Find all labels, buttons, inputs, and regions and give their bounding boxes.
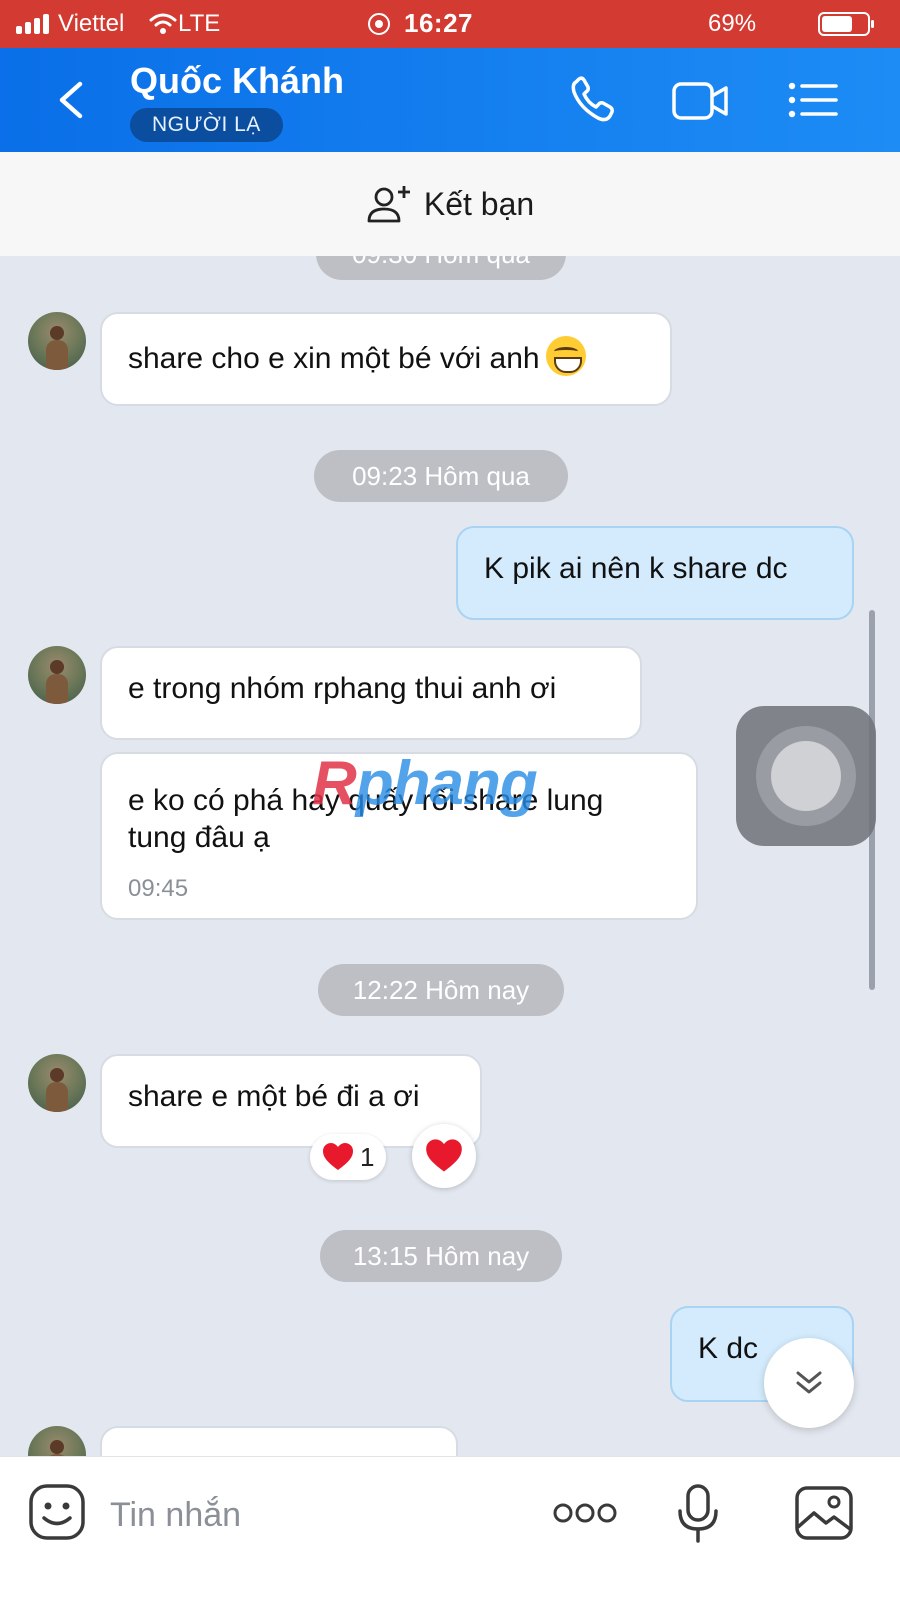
phone-icon[interactable]: [566, 74, 626, 126]
network-type: LTE: [178, 10, 221, 37]
image-icon[interactable]: [794, 1485, 854, 1541]
signal-icon: [16, 12, 49, 34]
back-icon[interactable]: [50, 76, 94, 124]
status-bar: Viettel LTE 16:27 69%: [0, 0, 900, 48]
carrier-name: Viettel: [58, 10, 125, 37]
message-text: K dc: [698, 1332, 759, 1365]
heart-icon: [426, 1139, 462, 1172]
message-input-bar: [0, 1456, 900, 1600]
add-friend-icon: [367, 186, 410, 223]
microphone-icon[interactable]: [676, 1483, 720, 1545]
message-text: e ko có phá hay quấy rối share lung tung…: [128, 784, 604, 854]
message-text: share e một bé đi a ơi: [128, 1080, 420, 1113]
heart-icon: [323, 1143, 353, 1170]
time-pill: 12:22 Hôm nay: [318, 964, 564, 1016]
status-time: 16:27: [404, 8, 473, 38]
message-time: 09:45: [128, 875, 189, 902]
assistive-touch-button[interactable]: [736, 706, 876, 846]
message-text: share cho e xin một bé với anh: [128, 342, 540, 375]
double-chevron-down-icon: [796, 1371, 822, 1394]
avatar[interactable]: [28, 1054, 86, 1112]
chat-header: Quốc Khánh NGƯỜI LẠ: [0, 48, 900, 152]
add-friend-button[interactable]: Kết bạn: [0, 152, 900, 256]
reaction-count: 1: [360, 1141, 375, 1172]
add-friend-label: Kết bạn: [423, 185, 535, 222]
avatar[interactable]: [28, 646, 86, 704]
stranger-badge: NGƯỜI LẠ: [130, 108, 283, 142]
contact-name[interactable]: Quốc Khánh: [130, 60, 344, 102]
message-bubble[interactable]: e ko có phá hay quấy rối share lung tung…: [100, 752, 698, 920]
time-pill: 09:23 Hôm qua: [314, 450, 568, 502]
message-text: e trong nhóm rphang thui anh ơi: [128, 672, 557, 705]
react-button[interactable]: [412, 1124, 476, 1188]
time-pill: 09:30 Hôm qua: [316, 256, 566, 280]
grinning-face-emoji: [545, 336, 586, 376]
avatar[interactable]: [28, 312, 86, 370]
message-text: K pik ai nên k share dc: [484, 552, 788, 585]
video-call-icon[interactable]: [670, 74, 730, 126]
menu-list-icon[interactable]: [784, 74, 844, 126]
sticker-icon[interactable]: [28, 1483, 86, 1541]
battery-percent: 69%: [708, 10, 757, 37]
chat-messages[interactable]: 09:30 Hôm qua share cho e xin một bé với…: [0, 256, 900, 1486]
message-input[interactable]: [110, 1487, 530, 1543]
time-pill: 13:15 Hôm nay: [320, 1230, 562, 1282]
battery-icon: [818, 12, 874, 36]
screen-record-icon: [368, 13, 390, 35]
reaction-summary[interactable]: 1: [310, 1134, 387, 1180]
more-icon[interactable]: [552, 1501, 618, 1525]
scroll-to-bottom-button[interactable]: [764, 1338, 854, 1428]
wifi-icon: [149, 13, 177, 34]
message-bubble[interactable]: share cho e xin một bé với anh: [100, 312, 672, 406]
message-bubble-sent[interactable]: K pik ai nên k share dc: [456, 526, 854, 620]
message-bubble[interactable]: e trong nhóm rphang thui anh ơi: [100, 646, 642, 740]
